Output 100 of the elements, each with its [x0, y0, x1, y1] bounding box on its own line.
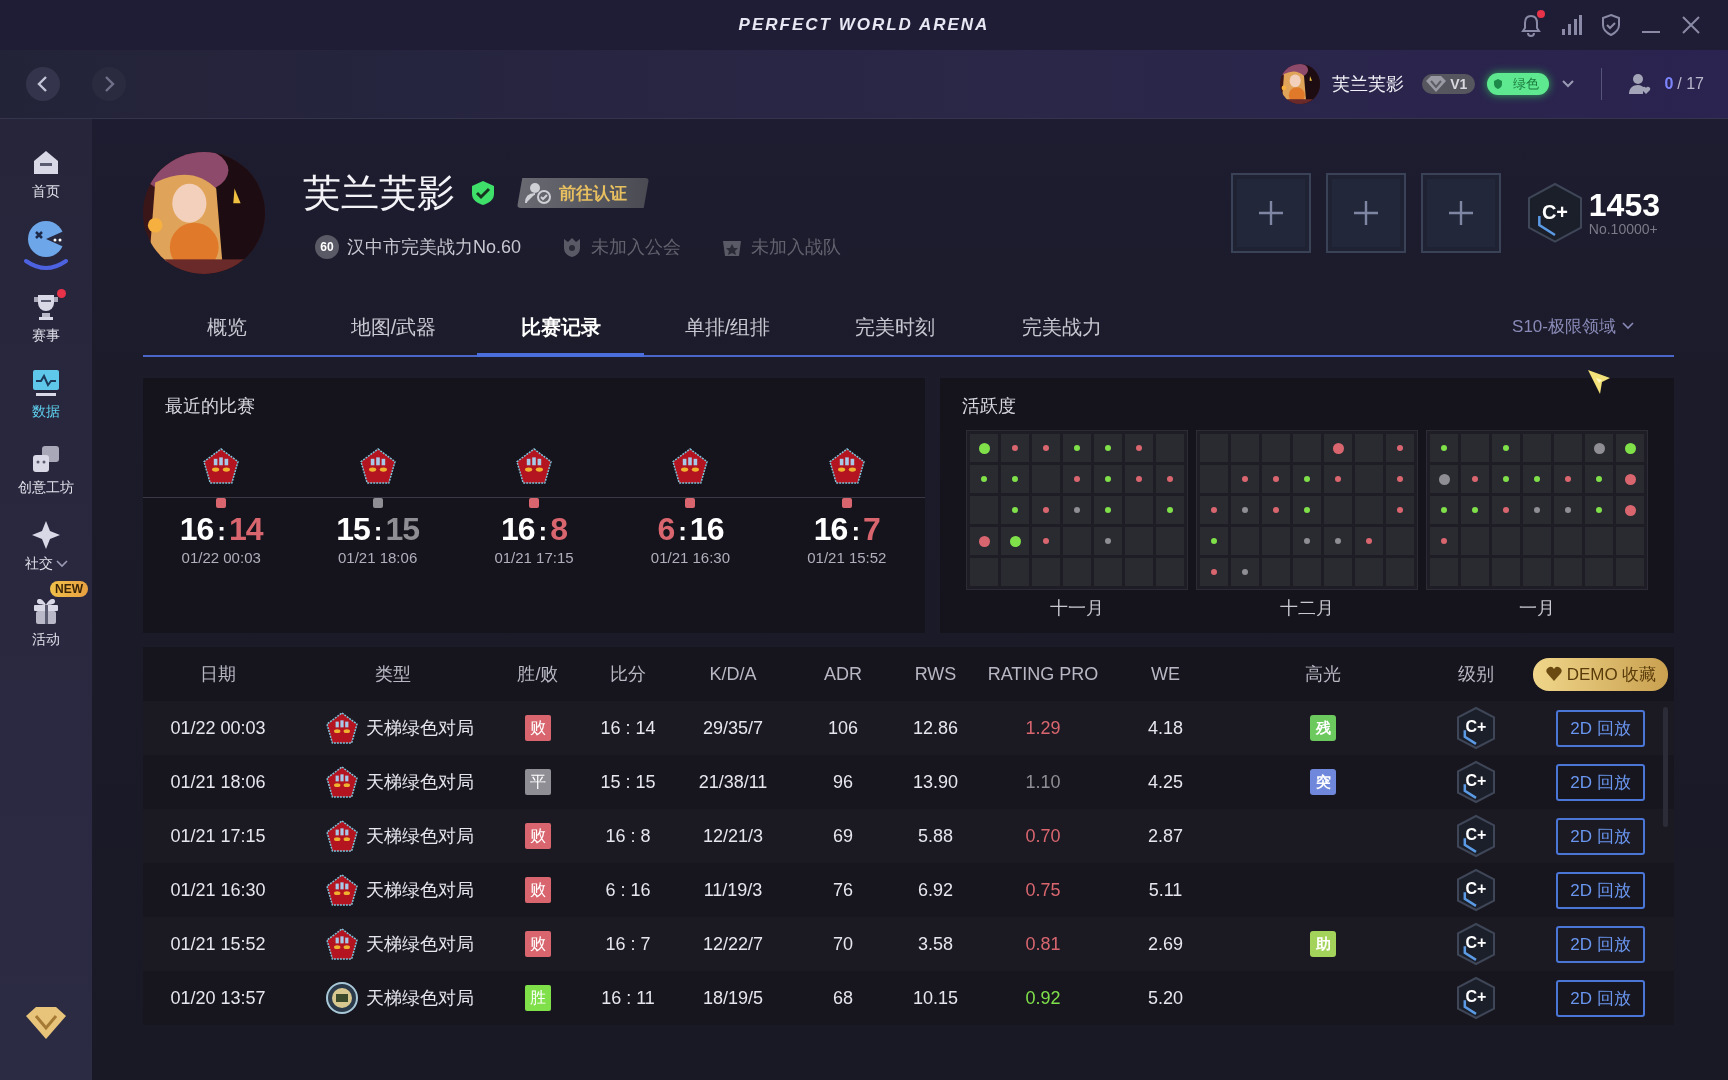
match-type: 天梯绿色对局	[366, 771, 474, 794]
team-score: 8	[550, 511, 568, 547]
dropdown-caret-icon[interactable]	[1561, 79, 1576, 89]
kda-cell: 11/19/3	[703, 879, 763, 901]
column-header: WE	[1150, 662, 1181, 686]
pentagon-emblem-icon	[516, 448, 552, 484]
team-score: 15	[336, 511, 370, 547]
rws-cell: 13.90	[912, 771, 958, 793]
close-icon[interactable]	[1680, 14, 1702, 36]
rws-cell: 12.86	[912, 717, 958, 739]
replay-button[interactable]: 2D 回放	[1556, 709, 1645, 747]
back-button[interactable]	[26, 67, 60, 101]
we-cell: 5.20	[1147, 987, 1183, 1009]
rating-cell: 1.29	[1025, 717, 1061, 739]
scrollbar[interactable]	[1663, 707, 1668, 827]
plus-icon	[1257, 200, 1284, 226]
result-badge: 败	[525, 877, 551, 903]
match-date: 01/21 16:30	[650, 549, 731, 567]
date-cell: 01/21 15:52	[170, 933, 266, 955]
month-label: 十一月	[1050, 597, 1104, 620]
match-type: 天梯绿色对局	[366, 717, 474, 740]
match-date: 01/21 17:15	[494, 549, 574, 567]
pentagon-emblem-icon	[672, 448, 709, 484]
sidebar-item[interactable]: 赛事	[0, 287, 92, 349]
demo-collection-button[interactable]: DEMO 收藏	[1532, 657, 1669, 691]
rating-score: 1453	[1588, 189, 1660, 221]
game-logo-icon[interactable]	[22, 219, 70, 273]
rank-badge: C+	[1455, 868, 1496, 912]
result-badge: 平	[525, 769, 551, 795]
column-header: 日期	[199, 663, 237, 686]
plus-icon	[1352, 200, 1379, 226]
column-header: RWS	[913, 662, 958, 686]
date-cell: 01/21 16:30	[170, 879, 266, 901]
score-colon: :	[678, 516, 686, 546]
verify-button[interactable]: 前往认证	[517, 178, 649, 208]
pentagon-emblem-icon	[359, 448, 396, 484]
date-cell: 01/20 13:57	[170, 987, 266, 1009]
replay-button[interactable]: 2D 回放	[1556, 871, 1645, 909]
score-colon: :	[538, 516, 547, 546]
score-cell: 16 : 11	[601, 987, 655, 1009]
rws-cell: 6.92	[917, 879, 953, 901]
player-name: 芙兰芙影	[303, 170, 455, 216]
match-type: 天梯绿色对局	[366, 933, 474, 956]
rating-rank: No.10000+	[1588, 221, 1659, 237]
we-cell: 5.11	[1148, 879, 1183, 901]
month-label: 十二月	[1280, 597, 1334, 620]
kda-cell: 12/21/3	[702, 825, 764, 847]
caret-icon	[1622, 322, 1634, 330]
tab[interactable]: 完美时刻	[811, 297, 978, 357]
season-dropdown[interactable]: S10-极限领域	[1512, 297, 1634, 355]
tab[interactable]: 完美战力	[978, 297, 1145, 357]
tab[interactable]: 比赛记录	[477, 297, 644, 357]
forward-button[interactable]	[92, 67, 126, 101]
rank-badge: C+	[1455, 760, 1496, 804]
rank-badge: C+	[1455, 706, 1496, 750]
friends-icon[interactable]	[1628, 72, 1653, 96]
signal-icon[interactable]	[1560, 14, 1582, 36]
rating-cell: 0.70	[1025, 825, 1061, 847]
kda-cell: 21/38/11	[698, 771, 768, 793]
team-score: 16	[689, 511, 724, 547]
column-header: 胜/败	[516, 663, 560, 686]
diamond-icon[interactable]	[24, 1006, 68, 1040]
sidebar-item[interactable]: 社交	[0, 515, 92, 577]
sidebar-item[interactable]: 数据	[0, 363, 92, 425]
panel-title: 活跃度	[962, 395, 1016, 418]
date-cell: 01/21 17:15	[170, 825, 266, 847]
new-badge: NEW	[50, 581, 88, 597]
heart-icon	[1544, 666, 1563, 682]
vip-level: V1	[1450, 76, 1468, 92]
replay-button[interactable]: 2D 回放	[1556, 925, 1645, 963]
shield-icon[interactable]	[1600, 13, 1622, 37]
we-cell: 2.69	[1147, 933, 1183, 955]
column-header: 类型	[374, 663, 412, 686]
column-header: 级别	[1456, 663, 1495, 686]
match-type: 天梯绿色对局	[366, 825, 474, 848]
rws-cell: 3.58	[917, 933, 953, 955]
sidebar-item[interactable]: 首页	[0, 143, 92, 205]
score-cell: 16 : 8	[605, 825, 651, 847]
tab[interactable]: 单排/组排	[644, 297, 811, 357]
star-shape-icon	[30, 519, 62, 551]
we-cell: 2.87	[1147, 825, 1183, 847]
column-header: 高光	[1304, 663, 1342, 686]
we-cell: 4.25	[1147, 771, 1183, 793]
highlight-badge: 助	[1310, 931, 1336, 957]
adr-cell: 70	[833, 933, 853, 955]
panel-title: 最近的比赛	[165, 395, 255, 418]
team-score: 6	[657, 511, 675, 547]
tab[interactable]: 概览	[143, 297, 310, 357]
rating-cell: 0.75	[1025, 879, 1061, 901]
sidebar-item[interactable]: NEW 活动	[0, 579, 92, 653]
replay-button[interactable]: 2D 回放	[1556, 979, 1645, 1017]
replay-button[interactable]: 2D 回放	[1556, 763, 1645, 801]
sidebar-item[interactable]: 创意工坊	[0, 439, 92, 501]
app-title: PERFECT WORLD ARENA	[738, 15, 990, 35]
replay-button[interactable]: 2D 回放	[1556, 817, 1645, 855]
notification-icon[interactable]	[1520, 13, 1542, 37]
score-cell: 16 : 7	[605, 933, 651, 955]
tab[interactable]: 地图/武器	[310, 297, 477, 357]
column-header: 比分	[609, 663, 647, 686]
score-cell: 16 : 14	[600, 717, 656, 739]
